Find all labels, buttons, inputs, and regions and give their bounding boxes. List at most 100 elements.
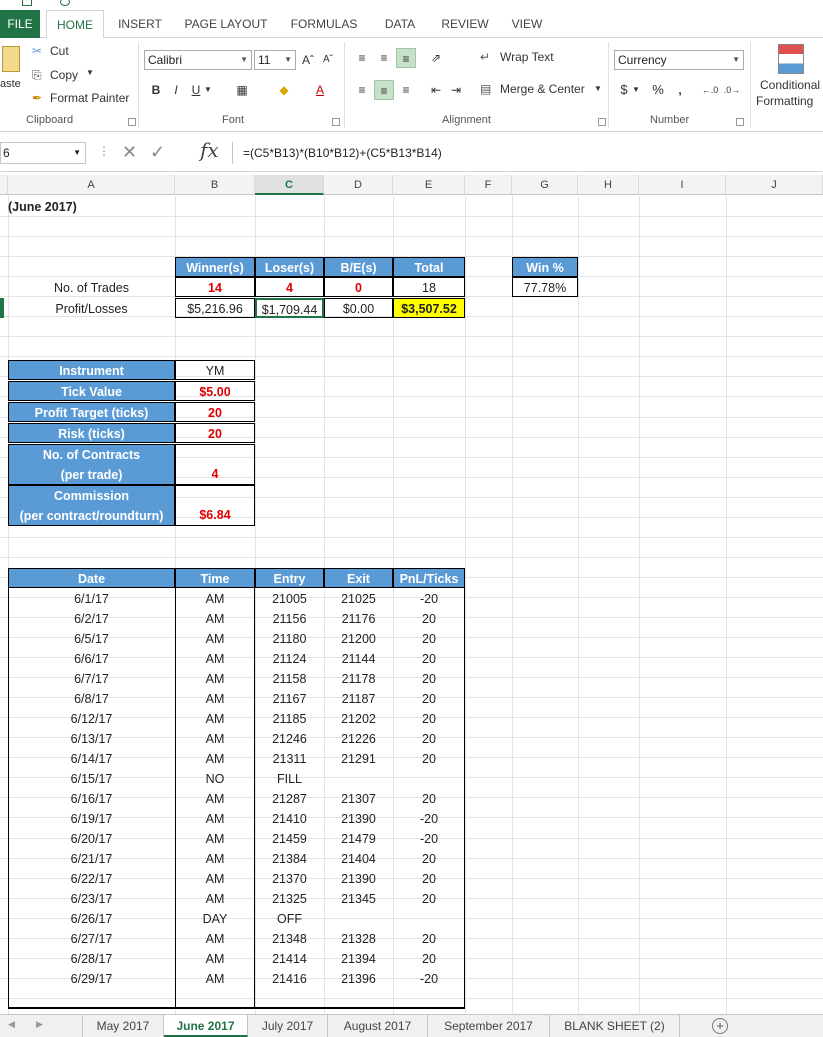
sheet-tab-july-2017[interactable]: July 2017 bbox=[248, 1015, 328, 1037]
pl-total[interactable]: $3,507.52 bbox=[393, 298, 465, 318]
font-dialog-launcher-icon[interactable] bbox=[332, 118, 340, 126]
tab-insert[interactable]: INSERT bbox=[112, 10, 168, 38]
column-header-j[interactable]: J bbox=[726, 175, 823, 195]
column-header-h[interactable]: H bbox=[578, 175, 639, 195]
align-right-icon[interactable]: ≡ bbox=[396, 80, 416, 100]
instrument-value[interactable]: YM bbox=[175, 360, 255, 380]
format-painter-icon[interactable]: ✒ bbox=[32, 91, 42, 105]
trade-header-date[interactable]: Date bbox=[8, 568, 175, 588]
align-bottom-icon[interactable]: ≡ bbox=[396, 48, 416, 68]
instrument-label[interactable]: Instrument bbox=[8, 360, 175, 380]
align-center-icon[interactable]: ≡ bbox=[374, 80, 394, 100]
alignment-dialog-launcher-icon[interactable] bbox=[598, 118, 606, 126]
align-middle-icon[interactable]: ≡ bbox=[374, 48, 394, 68]
format-painter-button[interactable]: Format Painter bbox=[50, 91, 129, 105]
contracts-cell[interactable]: 4 bbox=[175, 444, 255, 485]
align-top-icon[interactable]: ≡ bbox=[352, 48, 372, 68]
column-header-b[interactable]: B bbox=[175, 175, 255, 195]
enter-icon[interactable]: ✓ bbox=[150, 142, 165, 163]
trade-header-pnl[interactable]: PnL/Ticks bbox=[393, 568, 465, 588]
conditional-formatting-icon[interactable] bbox=[778, 44, 804, 74]
trade-header-entry[interactable]: Entry bbox=[255, 568, 324, 588]
tab-file[interactable]: FILE bbox=[0, 10, 40, 38]
wrap-text-icon[interactable]: ↵ bbox=[480, 50, 490, 64]
risk-label[interactable]: Risk (ticks) bbox=[8, 423, 175, 443]
merge-center-button[interactable]: Merge & Center bbox=[500, 82, 585, 96]
save-icon[interactable] bbox=[22, 0, 32, 6]
clipboard-dialog-launcher-icon[interactable] bbox=[128, 118, 136, 126]
trade-header-exit[interactable]: Exit bbox=[324, 568, 393, 588]
italic-button[interactable]: I bbox=[166, 80, 186, 100]
profit-target-value[interactable]: 20 bbox=[175, 402, 255, 422]
paste-icon[interactable] bbox=[2, 46, 20, 72]
commission-label[interactable]: Commission (per contract/roundturn) bbox=[8, 485, 175, 526]
underline-dropdown-icon[interactable]: ▼ bbox=[202, 80, 214, 100]
decrease-indent-icon[interactable]: ⇤ bbox=[426, 80, 446, 100]
pl-breakeven[interactable]: $0.00 bbox=[324, 298, 393, 318]
summary-header-breakeven[interactable]: B/E(s) bbox=[324, 257, 393, 277]
pl-losers[interactable]: $1,709.44 bbox=[255, 298, 324, 318]
commission-cell[interactable]: $6.84 bbox=[175, 485, 255, 526]
column-header-f[interactable]: F bbox=[465, 175, 512, 195]
cut-button[interactable]: Cut bbox=[50, 44, 69, 58]
borders-icon[interactable]: ▦ bbox=[232, 80, 252, 100]
tick-value-label[interactable]: Tick Value bbox=[8, 381, 175, 401]
tab-view[interactable]: VIEW bbox=[504, 10, 550, 38]
trades-total[interactable]: 18 bbox=[393, 277, 465, 297]
column-header-d[interactable]: D bbox=[324, 175, 393, 195]
tick-value[interactable]: $5.00 bbox=[175, 381, 255, 401]
column-header-e[interactable]: E bbox=[393, 175, 465, 195]
risk-value[interactable]: 20 bbox=[175, 423, 255, 443]
font-name-select[interactable]: Calibri ▼ bbox=[144, 50, 252, 70]
column-header-g[interactable]: G bbox=[512, 175, 578, 195]
sheet-tab-blank-sheet-2[interactable]: BLANK SHEET (2) bbox=[550, 1015, 680, 1037]
conditional-formatting-button-line-2[interactable]: Formatting bbox=[756, 94, 813, 108]
wrap-text-button[interactable]: Wrap Text bbox=[500, 50, 554, 64]
number-format-select[interactable]: Currency ▼ bbox=[614, 50, 744, 70]
merge-center-icon[interactable]: ▤ bbox=[480, 82, 491, 96]
currency-dropdown-icon[interactable]: ▼ bbox=[630, 80, 642, 100]
column-header-c[interactable]: C bbox=[255, 175, 324, 195]
comma-button[interactable]: , bbox=[670, 80, 690, 100]
copy-button[interactable]: Copy bbox=[50, 68, 78, 82]
undo-icon[interactable] bbox=[60, 0, 70, 6]
worksheet-grid[interactable]: (June 2017) Winner(s) Loser(s) B/E(s) To… bbox=[0, 196, 823, 1014]
tab-review[interactable]: REVIEW bbox=[436, 10, 494, 38]
tab-home[interactable]: HOME bbox=[46, 10, 104, 39]
copy-dropdown-icon[interactable]: ▼ bbox=[86, 68, 94, 77]
column-header-i[interactable]: I bbox=[639, 175, 726, 195]
font-color-icon[interactable]: A bbox=[310, 80, 330, 100]
column-header-a[interactable]: A bbox=[8, 175, 175, 195]
number-dialog-launcher-icon[interactable] bbox=[736, 118, 744, 126]
tab-formulas[interactable]: FORMULAS bbox=[286, 10, 362, 38]
summary-header-winners[interactable]: Winner(s) bbox=[175, 257, 255, 277]
trade-header-time[interactable]: Time bbox=[175, 568, 255, 588]
profit-target-label[interactable]: Profit Target (ticks) bbox=[8, 402, 175, 422]
insert-function-icon[interactable]: fx bbox=[200, 138, 219, 162]
sheet-tab-june-2017[interactable]: June 2017 bbox=[164, 1015, 248, 1037]
paste-button[interactable]: aste bbox=[0, 78, 21, 90]
tab-data[interactable]: DATA bbox=[376, 10, 424, 38]
trades-losers[interactable]: 4 bbox=[255, 277, 324, 297]
scroll-right-icon[interactable]: ▶ bbox=[36, 1019, 43, 1030]
fill-color-icon[interactable]: ◆ bbox=[274, 80, 294, 100]
formula-input[interactable]: =(C5*B13)*(B10*B12)+(C5*B13*B14) bbox=[232, 142, 823, 164]
tab-page-layout[interactable]: PAGE LAYOUT bbox=[180, 10, 272, 38]
pl-winners[interactable]: $5,216.96 bbox=[175, 298, 255, 318]
trades-winners[interactable]: 14 bbox=[175, 277, 255, 297]
contracts-label[interactable]: No. of Contracts (per trade) bbox=[8, 444, 175, 485]
win-percent-value[interactable]: 77.78% bbox=[512, 277, 578, 297]
align-left-icon[interactable]: ≡ bbox=[352, 80, 372, 100]
increase-indent-icon[interactable]: ⇥ bbox=[446, 80, 466, 100]
column-header-corner[interactable] bbox=[0, 175, 8, 195]
decrease-decimal-icon[interactable]: .0→ bbox=[722, 80, 742, 100]
trades-label[interactable]: No. of Trades bbox=[8, 278, 175, 298]
trades-breakeven[interactable]: 0 bbox=[324, 277, 393, 297]
cancel-icon[interactable]: ✕ bbox=[122, 142, 137, 163]
summary-header-total[interactable]: Total bbox=[393, 257, 465, 277]
profit-losses-label[interactable]: Profit/Losses bbox=[8, 299, 175, 319]
sheet-title[interactable]: (June 2017) bbox=[8, 197, 168, 217]
sheet-tab-september-2017[interactable]: September 2017 bbox=[428, 1015, 550, 1037]
win-percent-header[interactable]: Win % bbox=[512, 257, 578, 277]
bold-button[interactable]: B bbox=[146, 80, 166, 100]
